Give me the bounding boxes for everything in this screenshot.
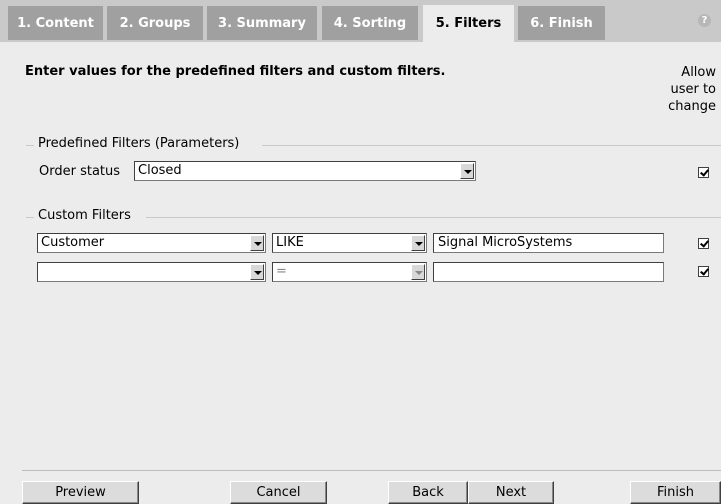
footer-divider bbox=[22, 470, 721, 471]
custom-filter-2-field-select[interactable] bbox=[37, 262, 266, 282]
tab-content[interactable]: 1. Content bbox=[8, 6, 103, 40]
preview-button[interactable]: Preview bbox=[22, 481, 139, 504]
custom-filter-1-operator-value: LIKE bbox=[276, 235, 304, 250]
wizard-tab-bar: 1. Content 2. Groups 3. Summary 4. Sorti… bbox=[0, 0, 721, 42]
next-button[interactable]: Next bbox=[468, 481, 554, 504]
custom-filter-2-operator-value: = bbox=[276, 264, 287, 279]
custom-filter-2-operator-select[interactable]: = bbox=[272, 262, 427, 282]
allow-line-2: user to bbox=[670, 82, 716, 97]
cancel-button[interactable]: Cancel bbox=[230, 481, 327, 504]
predefined-group-line-right bbox=[262, 145, 721, 146]
page-heading: Enter values for the predefined filters … bbox=[25, 64, 446, 79]
allow-line-1: Allow bbox=[681, 65, 716, 80]
tab-groups[interactable]: 2. Groups bbox=[107, 6, 203, 40]
custom-filter-1-value-input[interactable]: Signal MicroSystems bbox=[433, 233, 664, 253]
chevron-down-icon[interactable] bbox=[411, 264, 425, 280]
custom-filter-1-field-value: Customer bbox=[41, 235, 105, 250]
chevron-down-icon[interactable] bbox=[411, 235, 425, 251]
order-status-allow-checkbox[interactable] bbox=[698, 167, 709, 178]
allow-user-to-change-header: Allow user to change bbox=[650, 64, 716, 115]
custom-filters-group-label: Custom Filters bbox=[34, 208, 135, 223]
tab-finish[interactable]: 6. Finish bbox=[518, 6, 605, 40]
tab-sorting[interactable]: 4. Sorting bbox=[322, 6, 418, 40]
allow-line-3: change bbox=[668, 99, 716, 114]
custom-filter-1-field-select[interactable]: Customer bbox=[37, 233, 266, 253]
order-status-value: Closed bbox=[138, 163, 182, 178]
finish-button[interactable]: Finish bbox=[630, 481, 721, 504]
predefined-filters-group-label: Predefined Filters (Parameters) bbox=[34, 136, 244, 151]
chevron-down-icon[interactable] bbox=[460, 163, 474, 179]
chevron-down-icon[interactable] bbox=[250, 235, 264, 251]
back-button[interactable]: Back bbox=[388, 481, 468, 504]
chevron-down-icon[interactable] bbox=[250, 264, 264, 280]
help-icon[interactable]: ? bbox=[698, 14, 711, 27]
custom-filter-1-allow-checkbox[interactable] bbox=[698, 238, 709, 249]
order-status-select[interactable]: Closed bbox=[134, 161, 476, 181]
custom-filter-2-allow-checkbox[interactable] bbox=[698, 266, 709, 277]
custom-group-line-right bbox=[146, 217, 721, 218]
order-status-label: Order status bbox=[39, 164, 121, 179]
tab-filters[interactable]: 5. Filters bbox=[423, 5, 514, 42]
custom-filter-2-value-input[interactable] bbox=[433, 262, 664, 282]
tab-summary[interactable]: 3. Summary bbox=[207, 6, 317, 40]
custom-filter-1-operator-select[interactable]: LIKE bbox=[272, 233, 427, 253]
